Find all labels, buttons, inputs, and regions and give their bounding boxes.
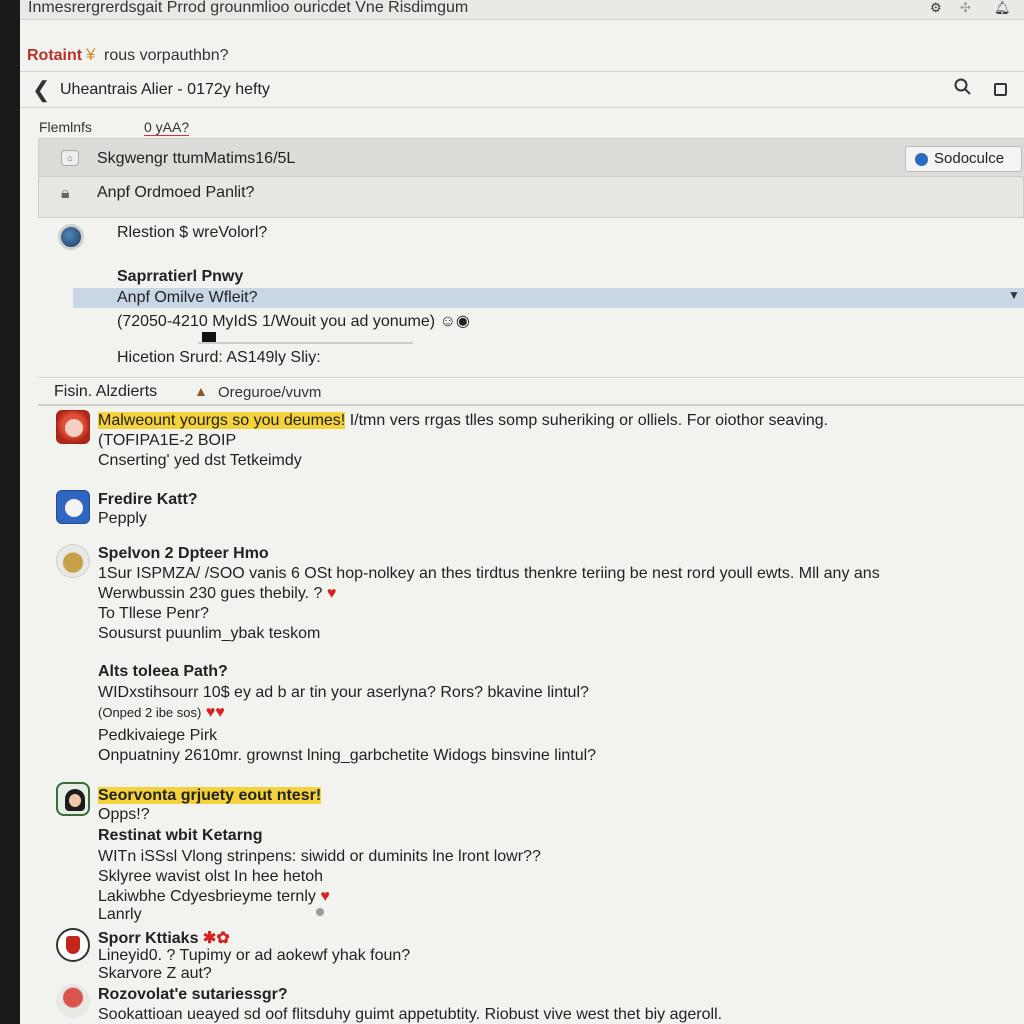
blue-avatar[interactable] [56,490,90,524]
panel-header-text: Skgwengr ttumMatims16/5L [97,150,296,167]
badge-avatar[interactable] [56,928,90,962]
gold-avatar[interactable] [56,544,90,578]
feed-item-name[interactable]: Alts toleea Path? [98,663,228,681]
feed-item-text: WITn iSSsl Vlong strinpens: siwidd or du… [98,848,541,865]
sort-bar: Fisin. Alzdierts ▲ Oreguroe/vuvm [38,378,1024,406]
feed-item-text: Lakiwbhe Cdyesbrieyme ternly ♥ [98,888,330,905]
feed-item-text: Skarvore Z aut? [98,965,212,982]
sort-label: Fisin. Alzdierts [54,383,158,400]
message-feed: Malweount yourgs so you deumes! I/tmn ve… [38,406,1024,1024]
sort-value[interactable]: Oreguroe/vuvm [218,384,321,401]
bell-icon[interactable]: 🔔︎ [994,0,1011,16]
feed-item-text: To Tllese Penr? [98,605,209,622]
heart-icon: ♥ [320,888,330,905]
feed-item-text: Pedkivaiege Pirk [98,727,218,744]
feed-item-text: WIDxstihsourr 10$ ey ad b ar tin your as… [98,684,589,701]
window-title: Inmesrergrerdsgait Prrod grounmlioo ouri… [28,0,469,16]
app-screen: Inmesrergrerdsgait Prrod grounmlioo ouri… [20,0,1024,1024]
feed-item-highlight: Seorvonta grjuety eout ntesr! [98,787,322,804]
feed-item-text: Opps!? [98,806,150,823]
feed-item-text: Lanrly [98,906,142,923]
divider [198,342,413,344]
feed-item-name[interactable]: Sporr Kttiaks ✱✿ [98,928,230,948]
info-panel: ⌂ Skgwengr ttumMatims16/5L Sodoculce ✕ 🔒… [38,138,1024,218]
emoji-icon: ☺◉ [439,313,470,330]
heart-icon: ♥♥ [205,704,225,721]
window-titlebar: Inmesrergrerdsgait Prrod grounmlioo ouri… [20,0,1024,20]
section-subtitle: Saprratierl Pnwy [117,268,244,285]
feed-item-sub: Cnserting' yed dst Tetkeimdy [98,452,302,469]
feed-item-text: Sousurst puunlim_ybak teskom [98,625,321,642]
app-header: Rotaint ¥ rous vorpauthbn? [20,38,1024,72]
schedule-button-label: Sodoculce [934,150,1005,167]
feed-item-text: Pepply [98,510,147,527]
feed-item-text: Onpuatniny 2610mr. grownst lning_garbche… [98,747,597,764]
girl-avatar[interactable] [56,782,90,816]
cursor-marker [202,332,216,342]
filter-bar: Flemlnfs 0 yAA? [20,110,1024,138]
section-title: Rlestion $ wreVolorl? [117,224,268,241]
panel-header-row: ⌂ Skgwengr ttumMatims16/5L Sodoculce ✕ [39,139,1024,177]
y-icon: ¥ [86,45,96,64]
back-arrow-icon[interactable]: ❮ [32,77,50,103]
dot-indicator [316,908,324,916]
lock-icon: 🔒︎ [61,185,70,202]
page-title: Uheantrais Alier - 0172y hefty [60,81,270,98]
feed-item-text: (Onped 2 ibe sos) ♥♥ [98,704,225,721]
tag-icon: ⌂ [61,150,79,166]
star-icon: ✱✿ [202,930,230,947]
gear-icon[interactable]: ⚙ [930,0,942,16]
navigation-bar: ❮ Uheantrais Alier - 0172y hefty [20,72,1024,108]
feed-item-text: Werwbussin 230 gues thebily. ? ♥ [98,585,337,602]
sort-triangle-icon[interactable]: ▲ [194,383,208,399]
red-avatar[interactable] [56,410,90,444]
feed-item-meta: (TOFIPA1E-2 BOIP [98,432,237,449]
feed-item-name[interactable]: Restinat wbit Ketarng [98,827,262,845]
feed-item-text: Sklyree wavist olst In hee hetoh [98,868,324,885]
feed-item-text: Lineyid0. ? Tupimy or ad aokewf yhak fou… [98,947,411,964]
brand-name[interactable]: Rotaint [27,47,82,65]
chevron-down-icon[interactable]: ▼ [1008,288,1020,302]
filter-label: Flemlnfs [39,119,92,135]
feed-item-text: 1Sur ISPMZA/ /SOO vanis 6 OSt hop-nolkey… [98,565,880,582]
selected-option[interactable]: Anpf Omilve Wfleit? [117,289,257,307]
section-footer: Hicetion Srurd: AS149ly Sliy: [117,349,321,366]
filter-value[interactable]: 0 yAA? [144,119,190,136]
feed-item-text: Sookattioan ueayed sd oof flitsduhy guim… [98,1006,723,1023]
clock-icon [915,153,928,166]
relation-section: Rlestion $ wreVolorl? Saprratierl Pnwy A… [38,218,1024,378]
search-icon[interactable] [954,78,972,101]
window-icon[interactable] [994,83,1007,96]
schedule-button[interactable]: Sodoculce [905,146,1022,172]
heart-icon: ♥ [326,585,337,602]
feed-item-text: Malweount yourgs so you deumes! I/tmn ve… [98,412,829,429]
rose-avatar[interactable] [56,984,90,1018]
globe-icon [58,224,84,250]
panel-subtext: Anpf Ordmoed Panlit? [97,184,255,201]
feed-item-name[interactable]: Spelvon 2 Dpteer Hmo [98,545,269,563]
section-detail: (72050-4210 MyIdS 1/Wouit you ad yonume)… [117,313,470,330]
feed-item-name[interactable]: Rozovolat'e sutariessgr? [98,986,288,1004]
app-subtitle: rous vorpauthbn? [104,47,229,64]
puzzle-icon[interactable]: ✣ [960,0,971,16]
feed-item-name[interactable]: Fredire Katt? [98,491,198,509]
